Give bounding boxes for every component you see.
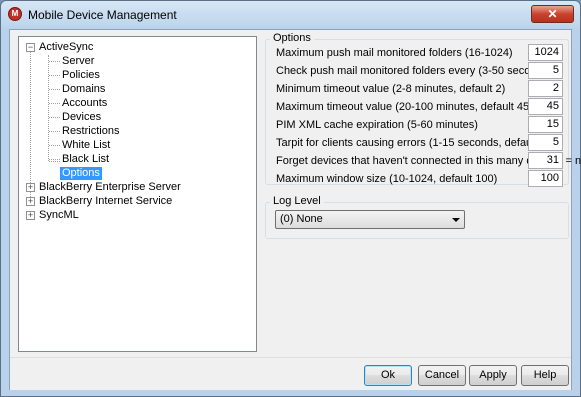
- min-timeout-input[interactable]: 2: [528, 80, 563, 97]
- tree-item-accounts[interactable]: Accounts: [62, 97, 107, 110]
- log-level-group-label: Log Level: [270, 195, 324, 207]
- help-button[interactable]: Help: [521, 365, 569, 386]
- expand-syncml-icon[interactable]: +: [26, 211, 35, 220]
- chevron-down-icon: [452, 218, 460, 222]
- app-icon: M: [8, 7, 22, 21]
- min-timeout-label: Minimum timeout value (2-8 minutes, defa…: [276, 83, 506, 95]
- navigation-tree[interactable]: − ActiveSync Server Policies Domains Acc…: [18, 36, 257, 352]
- tree-item-blackberry-enterprise-server[interactable]: BlackBerry Enterprise Server: [39, 181, 181, 194]
- tree-item-devices[interactable]: Devices: [62, 111, 101, 124]
- collapse-activesync-icon[interactable]: −: [26, 43, 35, 52]
- tree-item-white-list[interactable]: White List: [62, 139, 110, 152]
- forget-devices-input[interactable]: 31: [528, 152, 563, 169]
- tree-item-black-list[interactable]: Black List: [62, 153, 109, 166]
- expand-blackberry-internet-icon[interactable]: +: [26, 197, 35, 206]
- tree-item-activesync[interactable]: ActiveSync: [39, 41, 93, 54]
- log-level-select[interactable]: (0) None: [275, 210, 465, 229]
- ok-button[interactable]: Ok: [364, 365, 412, 386]
- max-push-folders-input[interactable]: 1024: [528, 44, 563, 61]
- check-push-folders-input[interactable]: 5: [528, 62, 563, 79]
- pim-xml-cache-label: PIM XML cache expiration (5-60 minutes): [276, 119, 478, 131]
- button-bar: Ok Cancel Apply Help: [10, 357, 571, 390]
- max-window-size-label: Maximum window size (10-1024, default 10…: [276, 173, 498, 185]
- tree-item-domains[interactable]: Domains: [62, 83, 105, 96]
- dialog-client-area: − ActiveSync Server Policies Domains Acc…: [9, 29, 581, 390]
- tarpit-input[interactable]: 5: [528, 134, 563, 151]
- tree-item-restrictions[interactable]: Restrictions: [62, 125, 119, 138]
- max-timeout-input[interactable]: 45: [528, 98, 563, 115]
- max-window-size-input[interactable]: 100: [528, 170, 563, 187]
- window-title: Mobile Device Management: [28, 8, 177, 22]
- options-group-label: Options: [270, 32, 314, 44]
- expand-blackberry-enterprise-icon[interactable]: +: [26, 183, 35, 192]
- tree-item-options[interactable]: Options: [60, 167, 102, 180]
- apply-button[interactable]: Apply: [469, 365, 517, 386]
- pim-xml-cache-input[interactable]: 15: [528, 116, 563, 133]
- check-push-folders-label: Check push mail monitored folders every …: [276, 65, 552, 77]
- tree-item-policies[interactable]: Policies: [62, 69, 100, 82]
- max-timeout-label: Maximum timeout value (20-100 minutes, d…: [276, 101, 533, 113]
- tree-item-blackberry-internet-service[interactable]: BlackBerry Internet Service: [39, 195, 172, 208]
- title-bar: M Mobile Device Management ✕: [1, 1, 580, 28]
- cancel-button[interactable]: Cancel: [418, 365, 466, 386]
- max-push-folders-label: Maximum push mail monitored folders (16-…: [276, 47, 513, 59]
- log-level-selected-value: (0) None: [280, 213, 323, 225]
- close-button[interactable]: ✕: [531, 5, 574, 23]
- mdm-window: M Mobile Device Management ✕ − ActiveSyn…: [0, 0, 581, 397]
- tree-item-server[interactable]: Server: [62, 55, 94, 68]
- tree-item-syncml[interactable]: SyncML: [39, 209, 79, 222]
- tarpit-label: Tarpit for clients causing errors (1-15 …: [276, 137, 551, 149]
